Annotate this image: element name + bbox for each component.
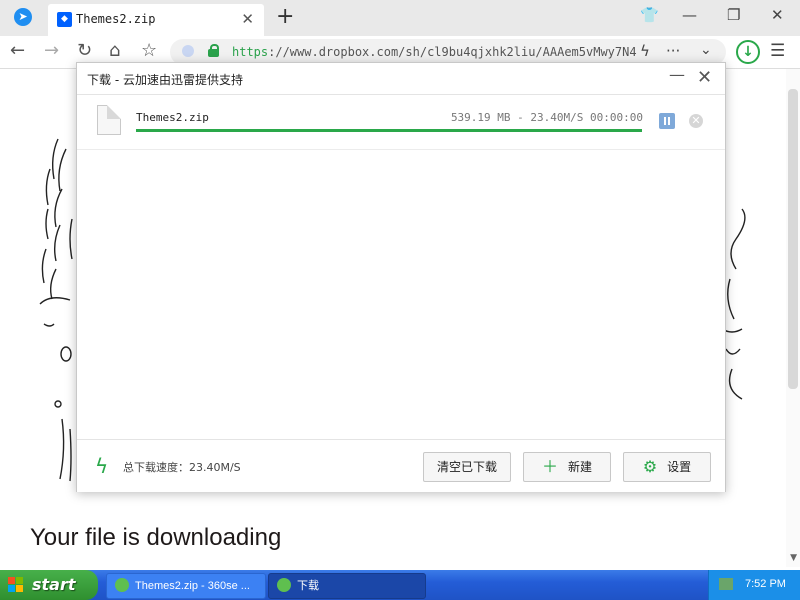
tab-title: Themes2.zip bbox=[76, 12, 156, 26]
browser-taskbar-icon bbox=[115, 578, 129, 592]
network-tray-icon[interactable] bbox=[719, 578, 733, 590]
total-speed-label: 总下载速度：23.40M/S bbox=[123, 461, 241, 474]
restore-window-button[interactable]: ❐ bbox=[727, 6, 740, 24]
settings-label: 设置 bbox=[667, 460, 692, 474]
new-download-button[interactable]: ＋ 新建 bbox=[523, 452, 611, 482]
new-download-label: 新建 bbox=[568, 460, 593, 474]
taskbar-item-download[interactable]: 下载 bbox=[268, 573, 426, 599]
download-icon[interactable]: ↓ bbox=[736, 40, 760, 64]
taskbar-item-browser[interactable]: Themes2.zip - 360se ... bbox=[106, 573, 266, 599]
reload-icon[interactable]: ↻ bbox=[77, 40, 92, 61]
download-item[interactable]: Themes2.zip 539.19 MB - 23.40M/S 00:00:0… bbox=[77, 95, 725, 150]
close-window-button[interactable]: ✕ bbox=[771, 6, 784, 24]
bookmark-star-icon[interactable]: ☆ bbox=[141, 40, 157, 61]
browser-logo-icon[interactable]: ➤ bbox=[14, 8, 32, 26]
chevron-down-icon[interactable]: ⌄ bbox=[700, 42, 712, 58]
download-manager-dialog: 下载 - 云加速由迅雷提供支持 — ✕ Themes2.zip 539.19 M… bbox=[76, 62, 726, 492]
dialog-minimize-button[interactable]: — bbox=[669, 65, 685, 84]
system-tray: 7:52 PM bbox=[708, 570, 800, 600]
tab-close-icon[interactable]: ✕ bbox=[241, 10, 254, 28]
windows-taskbar: start Themes2.zip - 360se ... 下载 7:52 PM bbox=[0, 570, 800, 600]
clear-downloaded-label: 清空已下载 bbox=[436, 460, 497, 474]
plus-icon: ＋ bbox=[541, 457, 558, 476]
shirt-icon[interactable]: 👕 bbox=[640, 6, 659, 24]
lock-icon bbox=[208, 44, 219, 57]
pause-icon[interactable] bbox=[659, 113, 675, 129]
minimize-window-button[interactable]: — bbox=[682, 6, 697, 24]
taskbar-item-download-label: 下载 bbox=[297, 580, 319, 592]
scroll-down-icon[interactable]: ▼ bbox=[790, 553, 797, 563]
gear-icon: ⚙ bbox=[642, 457, 658, 476]
speed-lightning-icon: ϟ bbox=[95, 454, 109, 478]
clear-downloaded-button[interactable]: 清空已下载 bbox=[423, 452, 511, 482]
more-icon[interactable]: ··· bbox=[666, 42, 680, 60]
home-icon[interactable]: ⌂ bbox=[109, 40, 120, 61]
windows-logo-icon bbox=[8, 577, 24, 593]
settings-button[interactable]: ⚙ 设置 bbox=[623, 452, 711, 482]
browser-tab[interactable]: ◆ Themes2.zip ✕ bbox=[48, 4, 264, 36]
download-file-name: Themes2.zip bbox=[136, 111, 209, 124]
lightning-icon[interactable]: ϟ bbox=[640, 42, 650, 60]
download-status: 539.19 MB - 23.40M/S 00:00:00 bbox=[450, 111, 643, 124]
scrollbar-thumb[interactable] bbox=[788, 89, 798, 389]
download-taskbar-icon bbox=[277, 578, 291, 592]
download-progress-fill bbox=[136, 129, 642, 132]
taskbar-item-browser-label: Themes2.zip - 360se ... bbox=[135, 580, 250, 592]
menu-icon[interactable]: ☰ bbox=[770, 41, 785, 61]
dialog-title: 下载 - 云加速由迅雷提供支持 bbox=[87, 73, 243, 87]
shield-icon bbox=[182, 45, 194, 57]
dialog-footer: ϟ 总下载速度：23.40M/S 清空已下载 ＋ 新建 ⚙ 设置 bbox=[77, 439, 725, 492]
dropbox-icon: ◆ bbox=[57, 12, 72, 27]
start-button[interactable]: start bbox=[0, 570, 98, 600]
dialog-close-button[interactable]: ✕ bbox=[697, 67, 712, 88]
page-scrollbar[interactable]: ▼ bbox=[786, 69, 800, 567]
cancel-download-icon[interactable]: ✕ bbox=[689, 114, 703, 128]
back-icon[interactable]: ← bbox=[10, 40, 25, 61]
tab-strip: ➤ ◆ Themes2.zip ✕ + 👕 — ❐ ✕ bbox=[0, 0, 800, 36]
download-progress-bar bbox=[136, 129, 642, 132]
url-text[interactable]: https://www.dropbox.com/sh/cl9bu4qjxhk2l… bbox=[232, 45, 637, 59]
download-message-heading: Your file is downloading bbox=[30, 524, 282, 551]
forward-icon[interactable]: → bbox=[44, 40, 59, 61]
start-label: start bbox=[32, 575, 76, 594]
new-tab-button[interactable]: + bbox=[276, 4, 294, 29]
clock: 7:52 PM bbox=[745, 578, 786, 590]
file-icon bbox=[97, 105, 121, 135]
